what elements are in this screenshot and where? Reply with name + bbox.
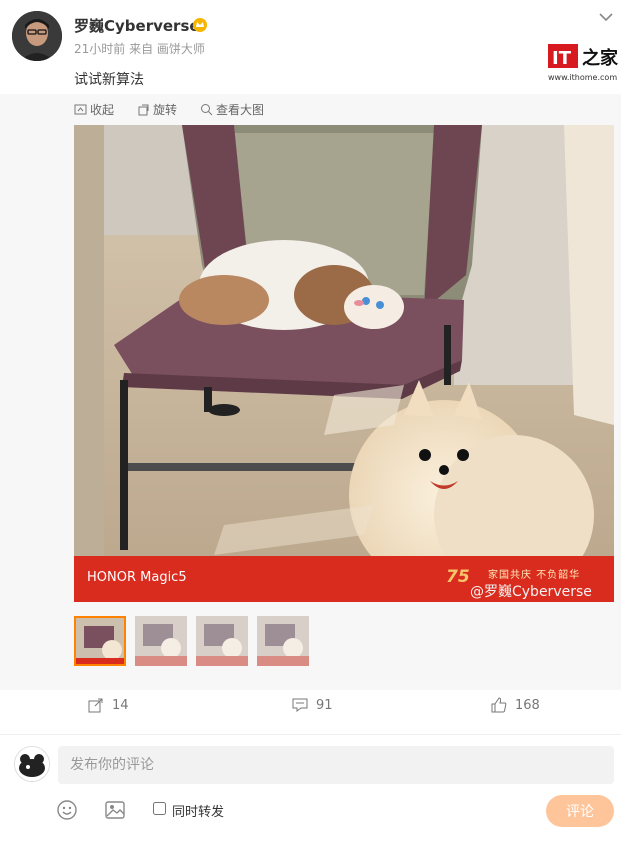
repost-count: 14 — [112, 697, 129, 713]
comment-icon — [292, 698, 308, 712]
svg-text:之家: 之家 — [582, 47, 619, 69]
rotate-button[interactable]: 旋转 — [137, 101, 177, 118]
post-text: 试试新算法 — [74, 72, 144, 88]
thumbnail-1[interactable] — [74, 616, 126, 666]
emoji-icon[interactable] — [56, 799, 78, 821]
current-user-avatar — [14, 746, 50, 782]
like-button[interactable]: 168 — [491, 697, 540, 713]
banner-slogan: 家国共庆 不负韶华 — [488, 570, 581, 581]
svg-text:IT: IT — [552, 48, 572, 69]
thumbnail-4[interactable] — [257, 616, 309, 666]
post-meta: 21小时前 来自 画饼大师 — [74, 42, 205, 56]
collapse-icon — [74, 104, 87, 115]
post-photo[interactable] — [74, 125, 614, 602]
repost-button[interactable]: 14 — [88, 697, 129, 713]
submit-comment-button[interactable]: 评论 — [546, 795, 614, 827]
thumbnail-2[interactable] — [135, 616, 187, 666]
like-count: 168 — [515, 697, 540, 713]
svg-text:www.ithome.com: www.ithome.com — [548, 73, 617, 82]
image-icon[interactable] — [104, 799, 126, 821]
weibo-watermark: @罗巍Cyberverse — [470, 584, 592, 600]
rotate-icon — [138, 104, 149, 116]
comment-count: 91 — [316, 697, 333, 713]
vip-crown-icon — [192, 17, 208, 32]
author-name[interactable]: 罗巍Cyberverse — [74, 15, 200, 36]
collapse-button[interactable]: 收起 — [74, 101, 114, 118]
share-icon — [88, 698, 103, 713]
comment-input[interactable] — [58, 746, 614, 784]
magnify-icon — [201, 104, 213, 116]
author-avatar[interactable] — [12, 11, 62, 61]
view-large-button[interactable]: 查看大图 — [200, 101, 264, 118]
chevron-down-icon[interactable] — [598, 8, 614, 22]
repost-checkbox-label: 同时转发 — [172, 805, 225, 820]
anniversary-mark: 75 — [446, 567, 470, 587]
rotate-label: 旋转 — [153, 103, 178, 117]
view-large-label: 查看大图 — [216, 103, 265, 117]
divider — [0, 734, 621, 735]
repost-checkbox[interactable] — [153, 802, 166, 815]
brand-text: HONOR Magic5 — [87, 570, 187, 585]
ithome-logo: IT 之家 www.ithome.com — [548, 42, 620, 86]
thumbs-up-icon — [491, 697, 507, 713]
collapse-label: 收起 — [90, 103, 115, 117]
thumbnail-3[interactable] — [196, 616, 248, 666]
comment-button[interactable]: 91 — [292, 697, 333, 713]
